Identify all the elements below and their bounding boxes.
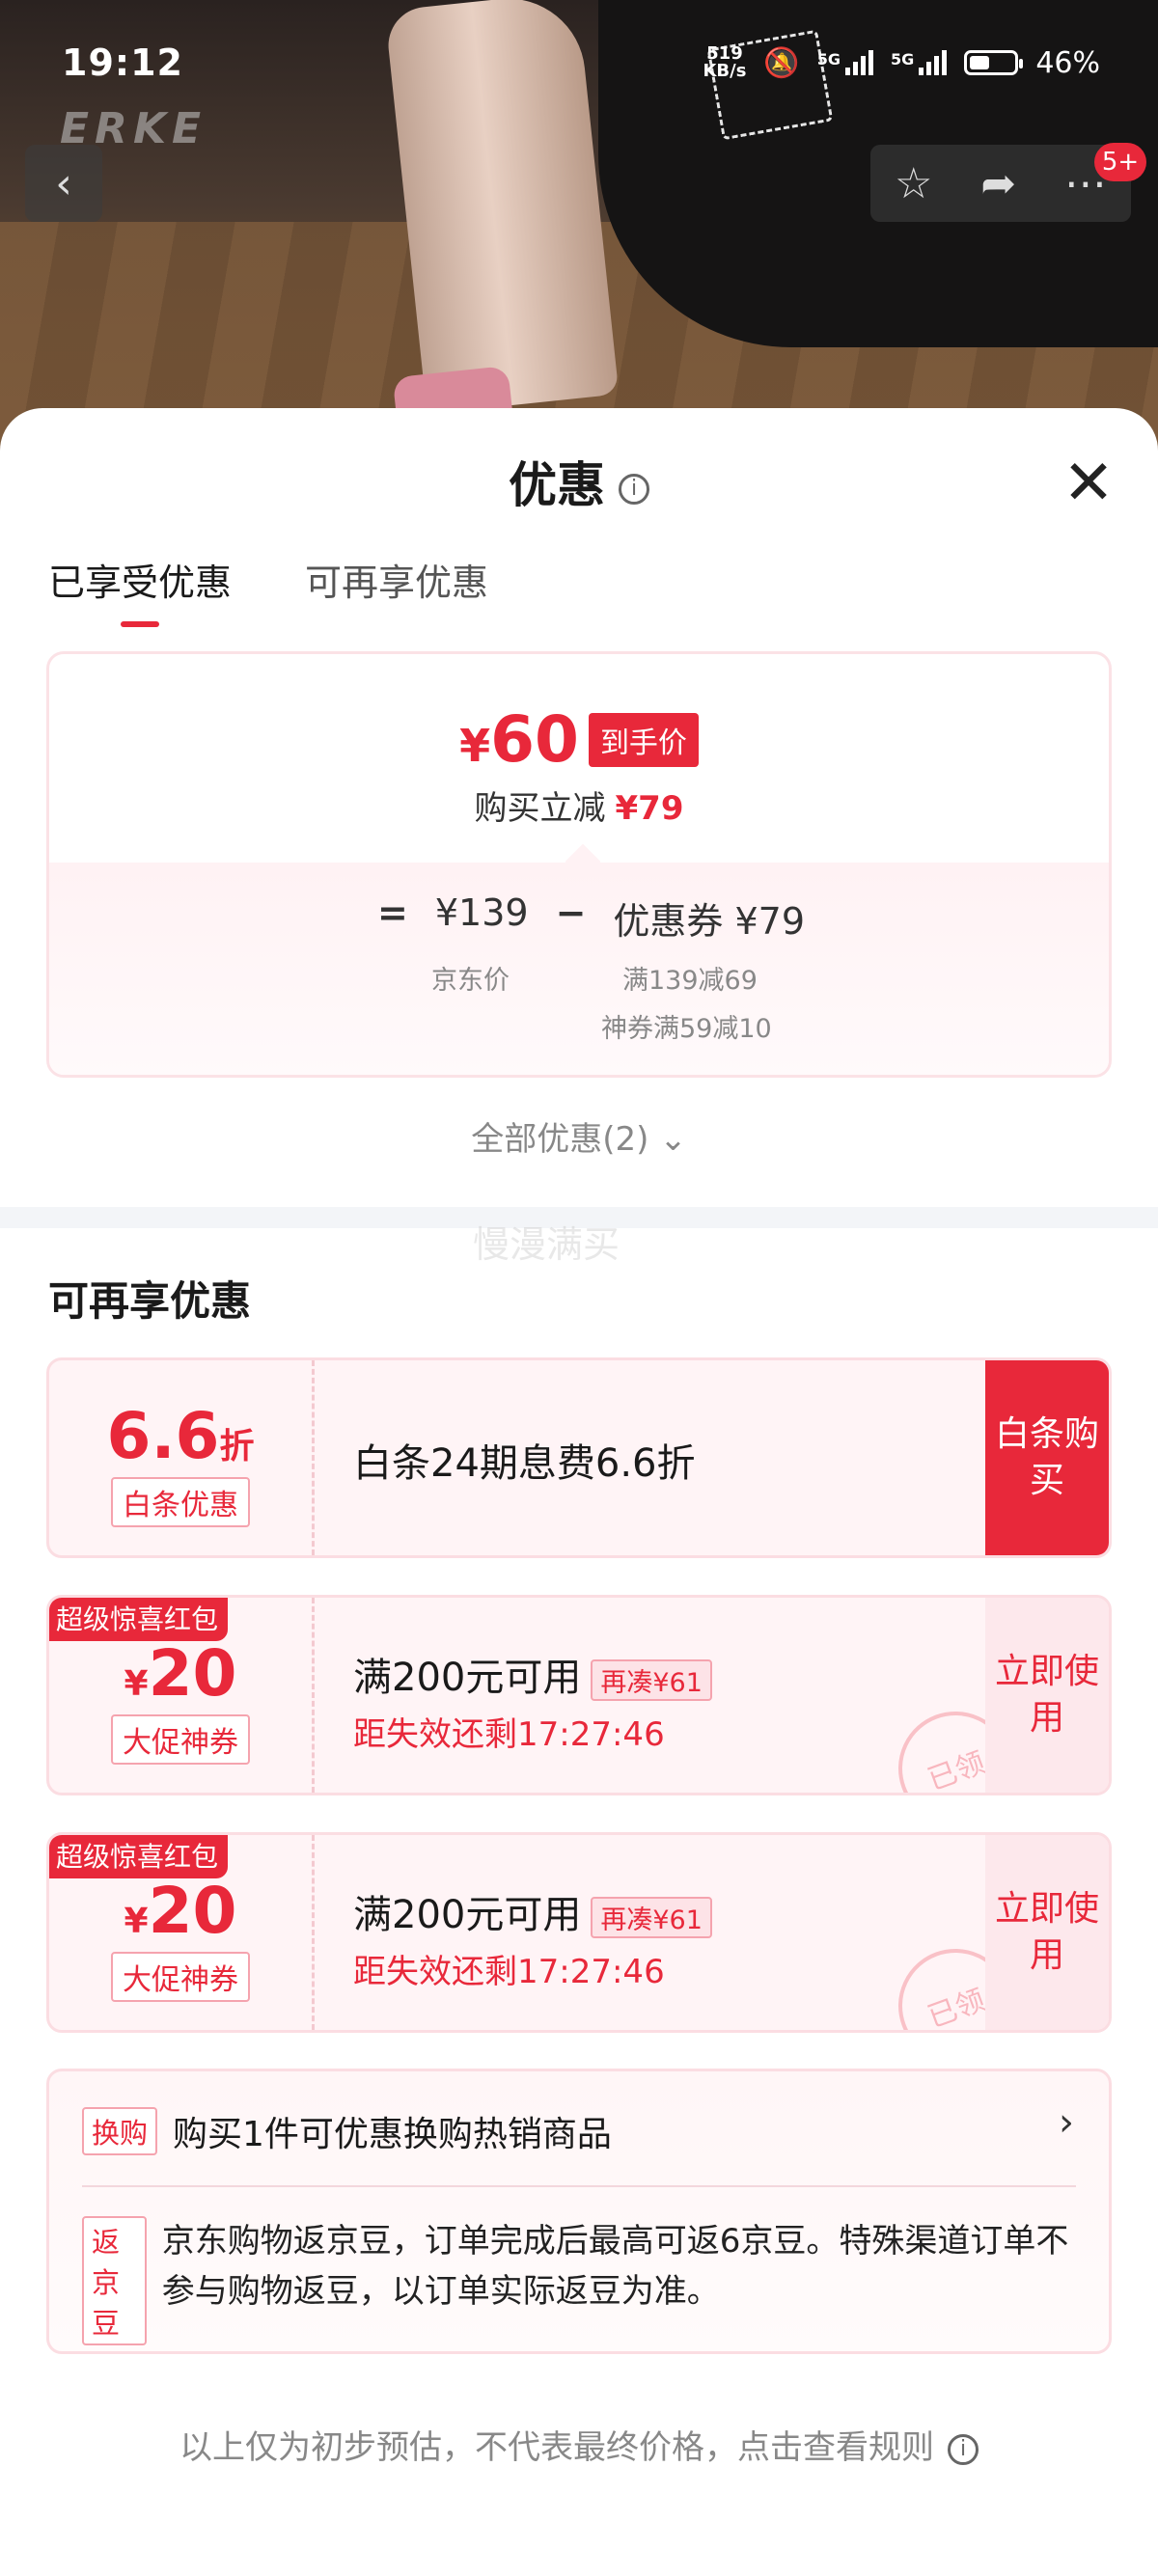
coupon-card-red-packet-1: ¥20 大促神券 超级惊喜红包 满200元可用 再凑¥61 距失效还剩17:27:…	[46, 1595, 1112, 1795]
star-icon[interactable]: ☆	[895, 159, 932, 208]
chevron-left-icon: ‹	[55, 158, 72, 208]
coupon-desc: 满200元可用 再凑¥61	[353, 1646, 712, 1702]
signal-icon-sim2: 5G	[891, 50, 948, 75]
exchange-tag: 换购	[82, 2107, 158, 2155]
footnote-text: 以上仅为初步预估，不代表最终价格，点击查看规则	[179, 2428, 934, 2467]
coupon-currency: ¥	[124, 1902, 149, 1941]
chevron-down-icon: ⌄	[659, 1120, 687, 1159]
mute-icon: 🔕	[763, 45, 800, 80]
tab-bar: 已享受优惠 可再享优惠	[48, 553, 488, 627]
minus-sign: −	[555, 891, 587, 934]
all-offers-text: 全部优惠(2)	[471, 1120, 649, 1159]
status-bar: 19:12 519 KB/s 🔕 5G 5G 46%	[62, 39, 1100, 87]
sim2-label: 5G	[891, 50, 915, 69]
status-time: 19:12	[62, 41, 183, 84]
rules-info-icon[interactable]: i	[948, 2433, 979, 2465]
coupon-need-more: 再凑¥61	[591, 1658, 712, 1701]
extras-divider	[82, 2185, 1076, 2187]
coupon-need-more: 再凑¥61	[591, 1896, 712, 1938]
baitiao-buy-button[interactable]: 白条购买	[985, 1360, 1109, 1555]
sheet-title: 优惠 i	[0, 447, 1158, 516]
coupon-ribbon: 超级惊喜红包	[49, 1835, 229, 1878]
coupon-desc: 白条24期息费6.6折	[353, 1441, 696, 1486]
price-rules-note[interactable]: 以上仅为初步预估，不代表最终价格，点击查看规则 i	[0, 2421, 1158, 2468]
coupon-value: ¥20	[49, 1874, 312, 1948]
coupon-threshold: 满200元可用	[353, 1893, 582, 1937]
coupon-value-area: 6.6折 白条优惠	[49, 1360, 315, 1555]
share-icon[interactable]: ➦	[980, 159, 1016, 208]
coupon-card-red-packet-2: ¥20 大促神券 超级惊喜红包 满200元可用 再凑¥61 距失效还剩17:27:…	[46, 1832, 1112, 2033]
discount-label: 购买立减	[474, 789, 606, 828]
more-badge: 5+	[1094, 143, 1146, 181]
sim1-label: 5G	[816, 50, 841, 69]
close-icon[interactable]: ✕	[1062, 452, 1116, 514]
net-speed-unit: KB/s	[703, 61, 747, 81]
beans-tag: 返京豆	[82, 2216, 147, 2345]
back-button[interactable]: ‹	[25, 145, 102, 222]
extra-benefits-card: 换购 购买1件可优惠换购热销商品 › 返京豆 京东购物返京豆，订单完成后最高可返…	[46, 2069, 1112, 2354]
discount-summary: 购买立减 ¥79	[49, 781, 1109, 829]
product-photo: 19:12 519 KB/s 🔕 5G 5G 46% ERKE ‹ ☆ ➦ ⋯ …	[0, 0, 1158, 453]
currency-symbol: ¥	[459, 720, 491, 772]
tab-more[interactable]: 可再享优惠	[305, 553, 488, 627]
final-price-card: ¥60 到手价 购买立减 ¥79 = ¥139 − 优惠券 ¥79 京东价 满139…	[46, 651, 1112, 1078]
discount-amount: ¥79	[615, 789, 684, 828]
base-price: ¥139	[434, 891, 529, 934]
info-icon[interactable]: i	[619, 473, 649, 505]
price-value: 60	[490, 702, 579, 777]
final-price-amount: ¥60	[459, 702, 579, 777]
coupon-detail-2: 神券满59减10	[601, 1014, 772, 1044]
coupon-countdown: 距失效还剩17:27:46	[353, 1953, 665, 1991]
coupon-card-baitiao: 6.6折 白条优惠 白条24期息费6.6折 白条购买	[46, 1357, 1112, 1558]
price-breakdown: = ¥139 − 优惠券 ¥79 京东价 满139减69 神券满59减10	[49, 863, 1109, 1075]
discount-sheet: 优惠 i ✕ 已享受优惠 可再享优惠 ¥60 到手价 购买立减 ¥79 = ¥139 …	[0, 408, 1158, 2576]
coupon-countdown: 距失效还剩17:27:46	[353, 1715, 665, 1754]
battery-percent: 46%	[1035, 45, 1100, 80]
coupon-value-number: 6.6	[106, 1399, 220, 1473]
coupon-kind: 大促神券	[111, 1952, 250, 2002]
beans-row: 返京豆 京东购物返京豆，订单完成后最高可返6京豆。特殊渠道订单不参与购物返豆，以…	[82, 2216, 1076, 2345]
coupon-value-number: 20	[148, 1636, 237, 1711]
coupon-kind: 大促神券	[111, 1714, 250, 1765]
tab-enjoyed[interactable]: 已享受优惠	[48, 553, 232, 627]
more-offers-title: 可再享优惠	[48, 1277, 252, 1325]
sheet-title-text: 优惠	[509, 457, 605, 513]
price-formula: = ¥139 − 优惠券 ¥79	[377, 891, 805, 945]
coupon-detail-1: 满139减69	[622, 966, 758, 996]
signal-icon-sim1: 5G	[816, 50, 874, 75]
coupon-value-number: 20	[148, 1874, 237, 1948]
use-now-button[interactable]: 立即使用	[985, 1598, 1109, 1793]
coupon-total: 优惠券 ¥79	[613, 900, 806, 943]
net-speed: 519 KB/s	[703, 45, 746, 80]
equals-sign: =	[377, 891, 408, 934]
coupon-value: 6.6折	[49, 1399, 312, 1473]
coupon-value: ¥20	[49, 1636, 312, 1711]
chevron-right-icon[interactable]: ›	[1059, 2100, 1074, 2145]
coupon-currency: ¥	[124, 1664, 149, 1704]
final-price: ¥60 到手价	[49, 702, 1109, 777]
header-actions: ☆ ➦ ⋯	[870, 145, 1131, 222]
all-offers-link[interactable]: 全部优惠(2) ⌄	[0, 1112, 1158, 1160]
use-now-button[interactable]: 立即使用	[985, 1835, 1109, 2030]
final-price-tag: 到手价	[588, 712, 699, 767]
coupon-value-unit: 折	[219, 1427, 255, 1466]
exchange-row[interactable]: 换购 购买1件可优惠换购热销商品	[82, 2106, 612, 2156]
coupon-threshold: 满200元可用	[353, 1656, 582, 1700]
battery-icon	[964, 50, 1024, 75]
exchange-text: 购买1件可优惠换购热销商品	[173, 2115, 612, 2154]
watermark-text: 慢漫满买	[473, 1223, 620, 1266]
coupon-ribbon: 超级惊喜红包	[49, 1598, 229, 1641]
coupon-desc: 满200元可用 再凑¥61	[353, 1883, 712, 1939]
beans-text: 京东购物返京豆，订单完成后最高可返6京豆。特殊渠道订单不参与购物返豆，以订单实际…	[161, 2222, 1069, 2311]
base-price-label: 京东价	[431, 966, 510, 996]
coupon-kind: 白条优惠	[111, 1477, 250, 1527]
